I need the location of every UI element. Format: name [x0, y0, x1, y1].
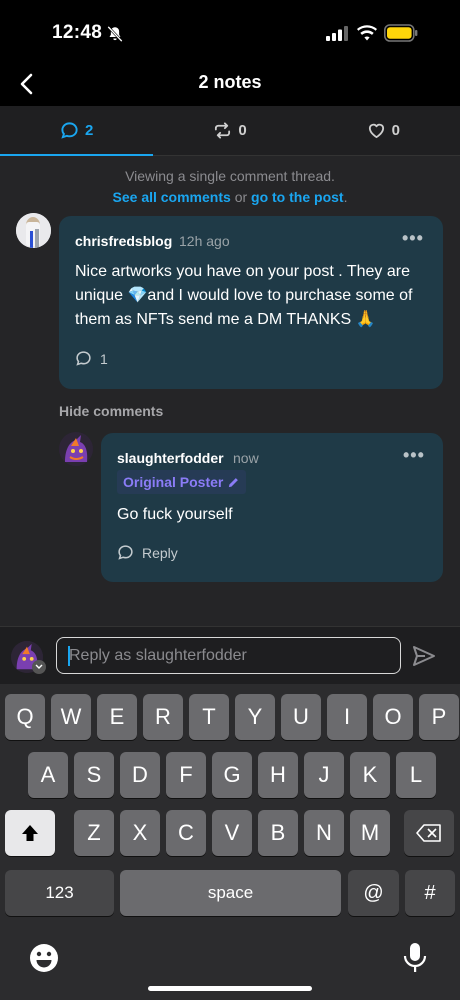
avatar-image [59, 432, 93, 466]
notes-tabs: 2 0 0 [0, 106, 460, 156]
key-c[interactable]: C [166, 810, 206, 856]
tab-reblogs[interactable]: 0 [153, 106, 306, 155]
comment-icon [61, 122, 78, 139]
avatar-image [16, 213, 51, 248]
key-d[interactable]: D [120, 752, 160, 798]
on-screen-keyboard: QWERTYUIOP ASDFGHJKL ZXCVBNM 123 space @… [0, 684, 460, 1000]
hide-comments-button[interactable]: Hide comments [59, 403, 163, 419]
numbers-key[interactable]: 123 [5, 870, 114, 916]
go-to-post-link[interactable]: go to the post [251, 189, 344, 205]
key-q[interactable]: Q [5, 694, 45, 740]
tab-comments-count: 2 [84, 122, 94, 139]
thread-note-end: . [343, 189, 348, 205]
backspace-icon [416, 824, 441, 842]
battery-icon [384, 24, 418, 42]
shift-key[interactable] [5, 810, 55, 856]
reply-composer [0, 626, 460, 684]
avatar[interactable] [16, 213, 51, 248]
tab-reblogs-count: 0 [238, 122, 247, 139]
heart-icon [368, 123, 384, 139]
key-b[interactable]: B [258, 810, 298, 856]
key-g[interactable]: G [212, 752, 252, 798]
reply-timestamp: now [233, 450, 259, 466]
header: 2 notes [0, 62, 460, 106]
comment-username[interactable]: chrisfredsblog [75, 233, 172, 249]
bell-off-icon [107, 25, 123, 43]
key-m[interactable]: M [350, 810, 390, 856]
tab-comments[interactable]: 2 [0, 106, 154, 156]
comment-thread: Viewing a single comment thread. See all… [0, 156, 460, 626]
more-options-button[interactable]: ••• [403, 445, 425, 466]
key-u[interactable]: U [281, 694, 321, 740]
original-poster-label: Original Poster [123, 474, 224, 490]
home-indicator [148, 986, 312, 991]
more-options-button[interactable]: ••• [402, 228, 424, 249]
emoji-icon[interactable] [28, 942, 60, 974]
key-t[interactable]: T [189, 694, 229, 740]
reply-button-label: Reply [142, 544, 178, 561]
avatar[interactable] [59, 432, 93, 466]
text-cursor [68, 646, 70, 666]
key-r[interactable]: R [143, 694, 183, 740]
reblog-icon [215, 122, 231, 139]
wifi-icon [357, 25, 377, 41]
pencil-icon [229, 477, 239, 487]
comment-icon [118, 545, 133, 560]
tab-likes-count: 0 [391, 122, 400, 139]
original-poster-badge: Original Poster [117, 470, 247, 494]
thread-note-connector: or [234, 189, 248, 205]
key-e[interactable]: E [97, 694, 137, 740]
at-key[interactable]: @ [348, 870, 399, 916]
key-n[interactable]: N [304, 810, 344, 856]
hash-key[interactable]: # [405, 870, 455, 916]
space-key[interactable]: space [120, 870, 341, 916]
reply-username[interactable]: slaughterfodder [117, 450, 224, 466]
status-bar: 12:48 [0, 0, 460, 62]
key-o[interactable]: O [373, 694, 413, 740]
reply-count-button[interactable]: 1 [75, 350, 108, 367]
comment-bubble: chrisfredsblog 12h ago ••• Nice artworks… [59, 216, 443, 389]
key-p[interactable]: P [419, 694, 459, 740]
reply-input[interactable] [56, 637, 401, 674]
signal-icon [326, 26, 348, 41]
comment-icon [76, 351, 91, 366]
tab-likes[interactable]: 0 [307, 106, 460, 155]
key-v[interactable]: V [212, 810, 252, 856]
key-a[interactable]: A [28, 752, 68, 798]
key-x[interactable]: X [120, 810, 160, 856]
key-w[interactable]: W [51, 694, 91, 740]
page-title: 2 notes [198, 72, 262, 92]
thread-note-text: Viewing a single comment thread. [125, 168, 335, 184]
comment-text: Nice artworks you have on your post . Th… [75, 263, 413, 328]
key-f[interactable]: F [166, 752, 206, 798]
reply-text: Go fuck yourself [117, 506, 233, 523]
key-j[interactable]: J [304, 752, 344, 798]
reply-button[interactable]: Reply [117, 544, 178, 561]
key-y[interactable]: Y [235, 694, 275, 740]
key-z[interactable]: Z [74, 810, 114, 856]
key-k[interactable]: K [350, 752, 390, 798]
thread-note: Viewing a single comment thread. See all… [0, 166, 460, 208]
key-i[interactable]: I [327, 694, 367, 740]
see-all-comments-link[interactable]: See all comments [113, 189, 231, 205]
shift-icon [22, 825, 38, 841]
backspace-key[interactable] [404, 810, 454, 856]
chevron-down-icon[interactable] [32, 660, 46, 674]
send-icon[interactable] [410, 642, 438, 670]
key-s[interactable]: S [74, 752, 114, 798]
key-l[interactable]: L [396, 752, 436, 798]
reply-bubble: slaughterfodder now ••• Original Poster … [101, 433, 443, 582]
reply-count: 1 [100, 350, 108, 367]
key-h[interactable]: H [258, 752, 298, 798]
microphone-icon[interactable] [402, 942, 428, 974]
status-time: 12:48 [52, 22, 103, 43]
comment-timestamp: 12h ago [179, 233, 230, 249]
